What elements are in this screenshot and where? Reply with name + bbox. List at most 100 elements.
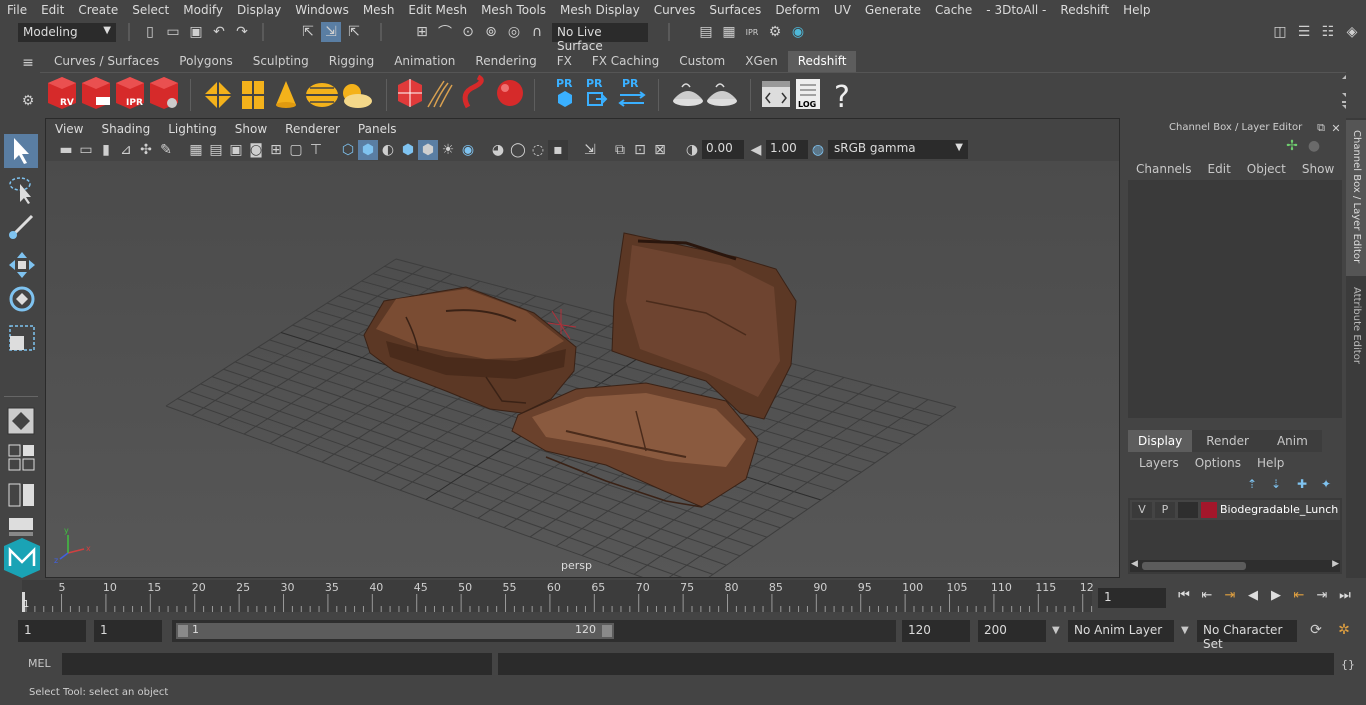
single-pane-layout-icon[interactable] [8, 444, 34, 457]
redo-icon[interactable]: ↷ [232, 22, 252, 42]
shelf-scroll-buttons[interactable] [1342, 75, 1350, 109]
hypershade-icon[interactable]: ◉ [788, 22, 808, 42]
ambient-occlusion-icon[interactable]: ◯ [508, 140, 528, 160]
menu-uv[interactable]: UV [827, 3, 858, 17]
command-input[interactable] [62, 653, 492, 675]
play-backward-icon[interactable]: ◀ [1243, 588, 1263, 603]
field-chart-icon[interactable]: ⊞ [266, 140, 286, 160]
snap-curve-icon[interactable]: ⌒ [435, 22, 455, 42]
tab-fx-caching[interactable]: FX Caching [582, 51, 669, 72]
current-frame-field[interactable]: 1 [1098, 588, 1166, 608]
snap-grid-icon[interactable]: ⊞ [412, 22, 432, 42]
four-pane-layout-icon[interactable] [8, 458, 35, 471]
menu-redshift[interactable]: Redshift [1053, 3, 1116, 17]
menu-modify[interactable]: Modify [176, 3, 230, 17]
rs-shader-code-icon[interactable] [762, 81, 790, 107]
channel-box-toggle-icon[interactable]: ● [1304, 136, 1324, 156]
layer-playback-toggle[interactable]: P [1155, 502, 1175, 518]
modeling-toolkit-icon[interactable]: ◫ [1270, 22, 1290, 42]
shelf-menu-icon[interactable]: ≡ [18, 53, 38, 73]
auto-key-icon[interactable]: ⟳ [1306, 620, 1326, 640]
color-space-dropdown[interactable]: sRGB gamma ▼ [828, 140, 968, 159]
time-slider[interactable]: 5 10 15 20 25 30 35 40 45 50 55 60 65 70 75 80 85 90 95 100… [0, 580, 1366, 612]
tab-rendering[interactable]: Rendering [465, 51, 546, 72]
snap-surface-icon[interactable]: ◎ [504, 22, 524, 42]
chevron-down-icon[interactable]: ▼ [1181, 625, 1189, 636]
move-layer-down-icon[interactable]: ⇣ [1266, 474, 1286, 494]
menu-select[interactable]: Select [125, 3, 176, 17]
rs-pie-icon-2[interactable] [707, 83, 737, 106]
vp-menu-panels[interactable]: Panels [349, 122, 406, 136]
range-handle-right[interactable] [602, 625, 612, 637]
camera-select-icon[interactable]: ▬ [56, 140, 76, 160]
channel-box-toggle-icon[interactable]: ◈ [1342, 22, 1362, 42]
smooth-shade-icon[interactable]: ⬢ [358, 140, 378, 160]
undo-icon[interactable]: ↶ [209, 22, 229, 42]
new-layer-selected-icon[interactable]: ✦ [1316, 474, 1336, 494]
layer-menu-options[interactable]: Options [1195, 456, 1241, 470]
scroll-left-icon[interactable]: ◀ [1131, 559, 1138, 569]
vp-menu-shading[interactable]: Shading [92, 122, 159, 136]
new-scene-icon[interactable]: ▯ [140, 22, 160, 42]
menu-surfaces[interactable]: Surfaces [702, 3, 768, 17]
scroll-right-icon[interactable]: ▶ [1332, 559, 1339, 569]
render-current-frame-icon[interactable]: ▦ [719, 22, 739, 42]
pr-create-icon[interactable]: PR [556, 77, 573, 107]
tab-xgen[interactable]: XGen [735, 51, 788, 72]
anti-aliasing-icon[interactable]: ▪ [548, 140, 568, 160]
paint-select-tool-icon[interactable] [9, 214, 34, 239]
layer-color-swatch[interactable] [1201, 502, 1217, 518]
xray-icon[interactable]: ⧉ [610, 140, 630, 160]
playback-end-field[interactable]: 120 [902, 620, 970, 642]
grid-toggle-icon[interactable]: ▦ [186, 140, 206, 160]
shade-selected-icon[interactable]: ⬢ [398, 140, 418, 160]
range-slider-thumb[interactable]: 1 120 [176, 623, 614, 639]
snap-view-icon[interactable]: ⊚ [481, 22, 501, 42]
cb-menu-edit[interactable]: Edit [1208, 162, 1231, 176]
step-back-frame-icon[interactable]: ⇥ [1220, 588, 1240, 603]
play-forward-icon[interactable]: ▶ [1266, 588, 1286, 603]
scale-tool-icon[interactable] [9, 325, 35, 351]
script-language-label[interactable]: MEL [28, 657, 51, 670]
channel-list-area[interactable] [1128, 180, 1342, 418]
2d-pan-zoom-icon[interactable]: ✣ [136, 140, 156, 160]
rs-light-portal-icon[interactable] [242, 81, 264, 109]
tab-fx[interactable]: FX [547, 51, 582, 72]
menu-help[interactable]: Help [1116, 3, 1157, 17]
render-view-icon[interactable]: ▤ [696, 22, 716, 42]
select-hierarchy-icon[interactable]: ⇱ [298, 22, 318, 42]
default-material-icon[interactable]: ◐ [378, 140, 398, 160]
select-component-icon[interactable]: ⇱ [344, 22, 364, 42]
cb-menu-show[interactable]: Show [1302, 162, 1334, 176]
bookmark-icon[interactable]: ▮ [96, 140, 116, 160]
menu-curves[interactable]: Curves [647, 3, 703, 17]
pr-convert-icon[interactable]: PR [618, 77, 646, 107]
tab-attribute-editor-vertical[interactable]: Attribute Editor [1346, 283, 1366, 383]
exposure-field[interactable]: 0.00 [702, 140, 744, 159]
tab-polygons[interactable]: Polygons [169, 51, 242, 72]
layer-menu-layers[interactable]: Layers [1139, 456, 1179, 470]
motion-blur-icon[interactable]: ◌ [528, 140, 548, 160]
rs-ipr-icon[interactable]: IPR [116, 77, 144, 109]
range-slider[interactable]: 1 120 [172, 620, 896, 642]
tab-anim[interactable]: Anim [1262, 430, 1322, 452]
safe-title-icon[interactable]: ⊤ [306, 140, 326, 160]
rs-render-sequence-icon[interactable] [82, 77, 110, 109]
menu-3dtoall[interactable]: - 3DtoAll - [979, 3, 1053, 17]
move-layer-up-icon[interactable]: ⇡ [1242, 474, 1262, 494]
tab-redshift[interactable]: Redshift [787, 51, 857, 72]
rs-light-spot-icon[interactable] [276, 81, 296, 108]
magnet-icon[interactable]: ∩ [527, 22, 547, 42]
character-set-dropdown[interactable]: No Character Set [1197, 620, 1297, 651]
script-editor-icon[interactable]: {} [1338, 654, 1358, 674]
rs-render-settings-icon[interactable] [150, 77, 178, 109]
layer-display-type[interactable] [1178, 502, 1198, 518]
go-to-end-icon[interactable]: ⏭ [1335, 588, 1355, 603]
ipr-render-icon[interactable]: IPR [742, 22, 762, 42]
cb-menu-object[interactable]: Object [1247, 162, 1286, 176]
pr-export-icon[interactable]: PR [586, 77, 608, 106]
new-layer-icon[interactable]: ✚ [1292, 474, 1312, 494]
animation-prefs-icon[interactable]: ✲ [1334, 620, 1354, 640]
rotate-tool-icon[interactable] [9, 286, 35, 312]
animation-start-field[interactable]: 1 [18, 620, 86, 642]
